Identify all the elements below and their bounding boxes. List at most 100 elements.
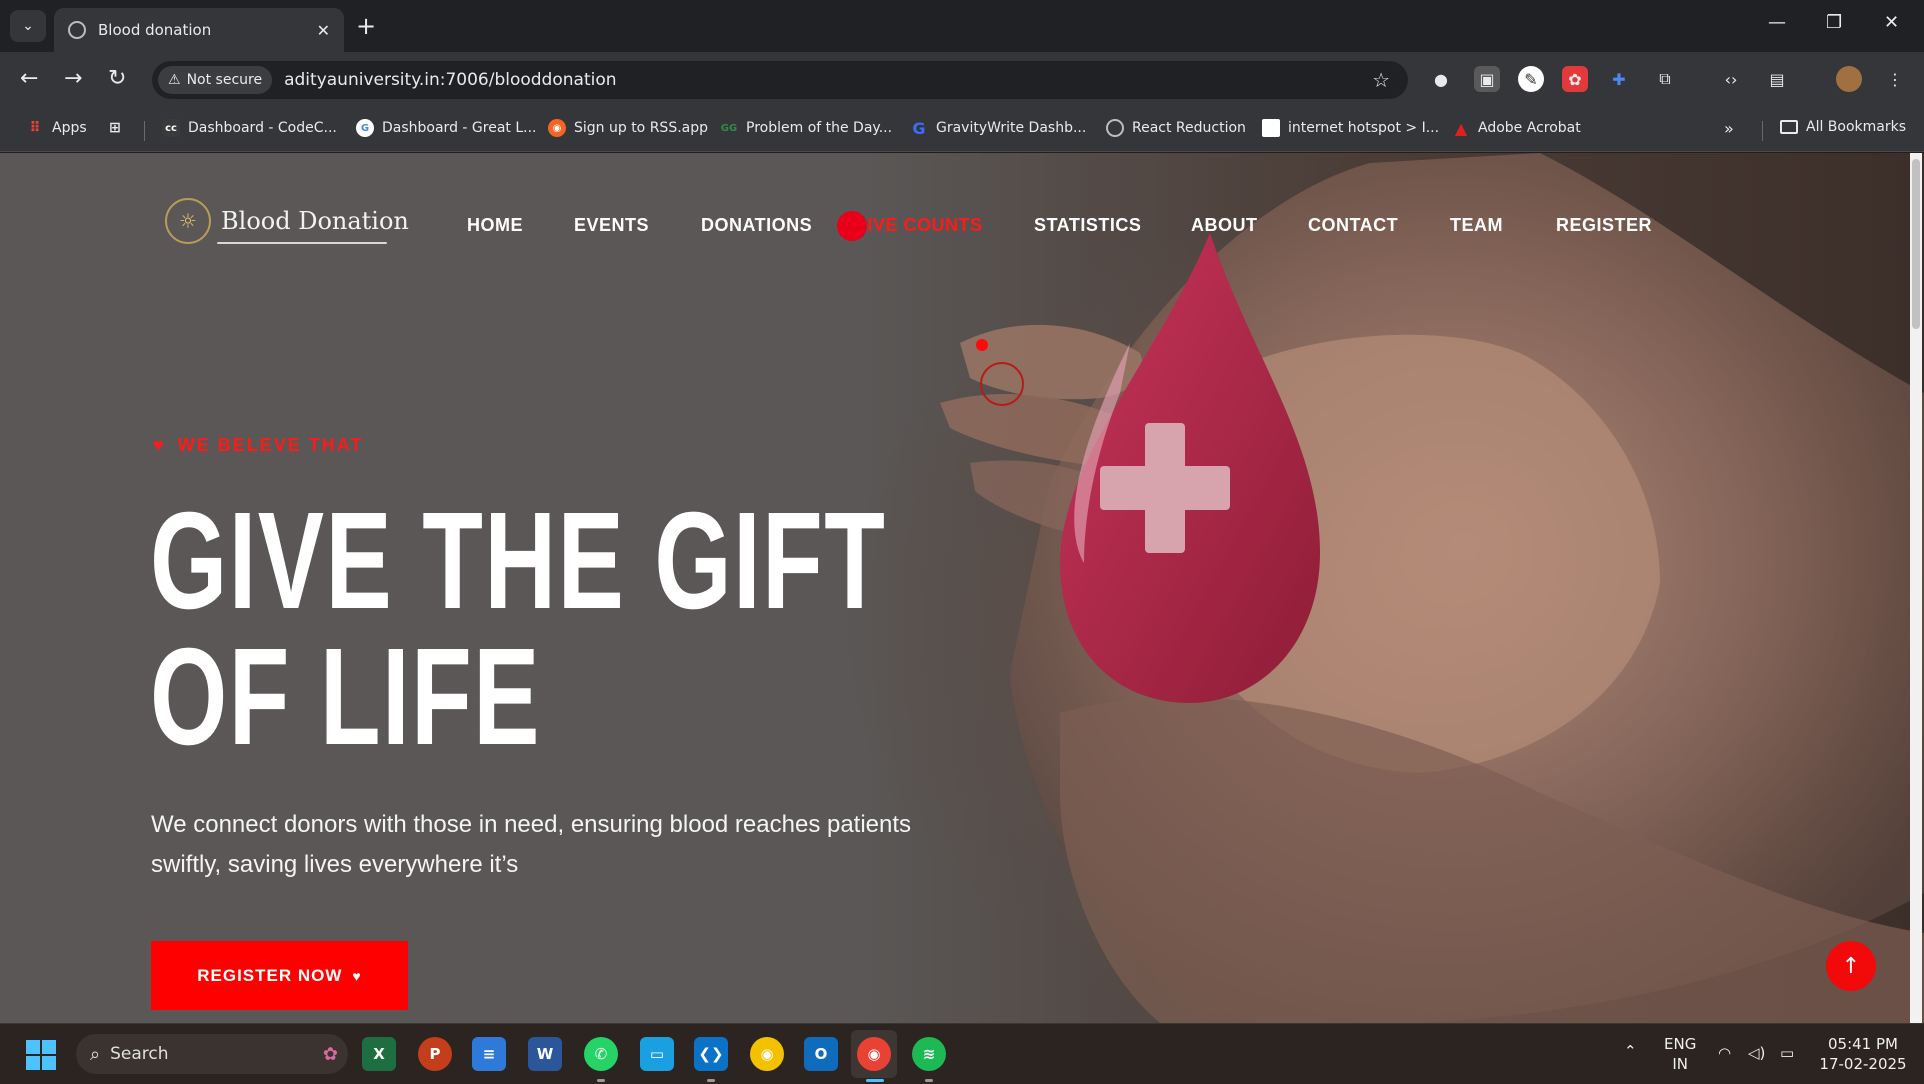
browser-tab[interactable]: Blood donation ✕ — [54, 8, 344, 52]
all-bookmarks-button[interactable]: All Bookmarks — [1780, 119, 1906, 135]
bookmark-label: Sign up to RSS.app — [574, 120, 709, 136]
web-page: ☼ Blood Donation HOME EVENTS DONATIONS L… — [0, 153, 1924, 1023]
bookmark-internet-hotspot[interactable]: internet hotspot > I... — [1262, 119, 1439, 137]
nav-contact[interactable]: CONTACT — [1308, 215, 1398, 236]
folder-icon — [1780, 120, 1798, 134]
hero-subtext: We connect donors with those in need, en… — [151, 811, 912, 878]
spotify-icon[interactable]: ≋ — [912, 1037, 946, 1071]
browser-toolbar: ← → ↻ ⚠ Not secure adityauniversity.in:7… — [0, 52, 1924, 108]
reload-icon[interactable]: ↻ — [108, 66, 126, 91]
whatsapp-icon[interactable]: ✆ — [584, 1037, 618, 1071]
chrome-profile-icon[interactable]: ◉ — [857, 1037, 891, 1071]
gravitywrite-icon: G — [912, 118, 926, 138]
search-highlight-icon: ✿ — [322, 1043, 338, 1065]
taskbar-search[interactable]: ⌕ Search ✿ — [76, 1034, 348, 1074]
tab-search-button[interactable]: ⌄ — [10, 10, 46, 42]
tab-close-icon[interactable]: ✕ — [317, 21, 330, 40]
sun-emblem-icon: ☼ — [165, 198, 211, 244]
hero-headline: GIVE THE GIFT OF LIFE — [150, 492, 942, 766]
running-indicator — [925, 1079, 933, 1082]
hands-blood-drop-image — [940, 153, 1924, 1023]
restore-button[interactable]: ❐ — [1826, 12, 1842, 33]
heart-icon: ♥ — [153, 435, 166, 455]
bookmark-codechef[interactable]: cc Dashboard - CodeC... — [162, 119, 337, 137]
extension-red-icon[interactable]: ✿ — [1562, 66, 1588, 92]
bookmark-divider — [1762, 121, 1763, 141]
bookmark-great-learning[interactable]: G Dashboard - Great L... — [356, 119, 537, 137]
url-text[interactable]: adityauniversity.in:7006/blooddonation — [284, 70, 1372, 90]
chrome-menu-icon[interactable]: ⋮ — [1882, 66, 1908, 92]
close-window-button[interactable]: ✕ — [1884, 12, 1899, 33]
bookmark-label: internet hotspot > I... — [1288, 120, 1440, 136]
bookmark-react-reduction[interactable]: React Reduction — [1106, 119, 1246, 137]
battery-icon[interactable]: ▭ — [1780, 1043, 1794, 1063]
back-icon[interactable]: ← — [20, 66, 38, 91]
nav-live-counts[interactable]: LIVE COUNTS — [856, 215, 983, 236]
bookmark-gfg[interactable]: GG Problem of the Day... — [720, 119, 892, 137]
chrome-icon[interactable]: ◉ — [750, 1037, 784, 1071]
extension-screen-icon[interactable]: ▣ — [1474, 66, 1500, 92]
bookmark-rss-app[interactable]: ◉ Sign up to RSS.app — [548, 119, 708, 137]
not-secure-chip[interactable]: ⚠ Not secure — [158, 66, 273, 94]
google-icon: G — [356, 119, 374, 137]
register-now-label: REGISTER NOW — [197, 965, 343, 985]
extension-puzzle-blue-icon[interactable]: ✚ — [1606, 66, 1632, 92]
bookmark-label: Dashboard - CodeC... — [188, 120, 337, 136]
windows-taskbar: ⌕ Search ✿ X P ≡ W ✆ ▭ ❮❯ ◉ O ◉ ≋ ⌃ ENG … — [0, 1023, 1924, 1084]
apps-grid-icon: ⠿ — [29, 120, 41, 136]
nav-home[interactable]: HOME — [467, 215, 523, 236]
globe-icon — [1106, 119, 1124, 137]
side-panel-icon[interactable]: ▤ — [1764, 66, 1790, 92]
extension-lightbulb-icon[interactable]: ● — [1428, 66, 1454, 92]
bookmark-adobe-acrobat[interactable]: ▲ Adobe Acrobat — [1452, 119, 1581, 138]
profile-avatar[interactable] — [1836, 66, 1862, 92]
outlook-icon[interactable]: O — [804, 1037, 838, 1071]
new-tab-button[interactable]: + — [356, 12, 376, 40]
address-bar[interactable]: ⚠ Not secure adityauniversity.in:7006/bl… — [152, 61, 1408, 99]
word-icon[interactable]: W — [528, 1037, 562, 1071]
extensions-menu-icon[interactable]: ⧉ — [1652, 66, 1678, 92]
desktop-icon[interactable]: ▭ — [640, 1037, 674, 1071]
nav-events[interactable]: EVENTS — [574, 215, 649, 236]
bookmark-apps[interactable]: ⠿ Apps — [26, 119, 87, 137]
bookmark-star-icon[interactable]: ☆ — [1372, 68, 1390, 92]
volume-icon[interactable]: ◁) — [1748, 1043, 1765, 1063]
notepad-icon[interactable]: ≡ — [472, 1037, 506, 1071]
nav-statistics[interactable]: STATISTICS — [1034, 215, 1141, 236]
clock[interactable]: 05:41 PM 17-02-2025 — [1818, 1034, 1908, 1074]
nav-register[interactable]: REGISTER — [1556, 215, 1652, 236]
arrow-up-icon: ↑ — [1841, 953, 1861, 979]
page-icon — [1262, 119, 1280, 137]
taskbar-search-label: Search — [110, 1044, 169, 1064]
chevron-down-icon: ⌄ — [22, 18, 34, 34]
search-icon: ⌕ — [90, 1043, 101, 1065]
nav-team[interactable]: TEAM — [1450, 215, 1503, 236]
bookmark-tab-groups[interactable]: ⊞ — [106, 119, 132, 137]
show-hidden-icons-button[interactable]: ⌃ — [1624, 1041, 1637, 1061]
nav-donations[interactable]: DONATIONS — [701, 215, 812, 236]
running-indicator — [597, 1079, 605, 1082]
excel-icon[interactable]: X — [362, 1037, 396, 1071]
register-now-button[interactable]: REGISTER NOW ♥ — [151, 941, 408, 1010]
devtools-icon[interactable]: ‹› — [1718, 66, 1744, 92]
not-secure-label: Not secure — [186, 72, 263, 88]
nav-about[interactable]: ABOUT — [1191, 215, 1258, 236]
language-line-1: ENG — [1664, 1035, 1697, 1053]
minimize-button[interactable]: — — [1768, 12, 1786, 33]
site-logo[interactable]: ☼ Blood Donation — [165, 198, 409, 244]
forward-icon[interactable]: → — [64, 66, 82, 91]
language-indicator[interactable]: ENG IN — [1664, 1034, 1696, 1074]
windows-start-icon[interactable] — [26, 1040, 56, 1070]
bookmarks-overflow-button[interactable]: » — [1724, 119, 1734, 138]
scrollbar-thumb[interactable] — [1912, 159, 1920, 329]
wifi-icon[interactable]: ◠ — [1718, 1043, 1731, 1063]
custom-cursor-dot — [837, 211, 867, 241]
extension-pen-icon[interactable]: ✎ — [1518, 66, 1544, 92]
bookmark-label: Adobe Acrobat — [1478, 120, 1581, 136]
powerpoint-icon[interactable]: P — [418, 1037, 452, 1071]
clock-date: 17-02-2025 — [1819, 1055, 1907, 1073]
scroll-to-top-button[interactable]: ↑ — [1826, 941, 1876, 991]
bookmark-gravitywrite[interactable]: G GravityWrite Dashb... — [910, 118, 1086, 138]
vscode-icon[interactable]: ❮❯ — [694, 1037, 728, 1071]
page-scrollbar[interactable] — [1910, 153, 1922, 1023]
